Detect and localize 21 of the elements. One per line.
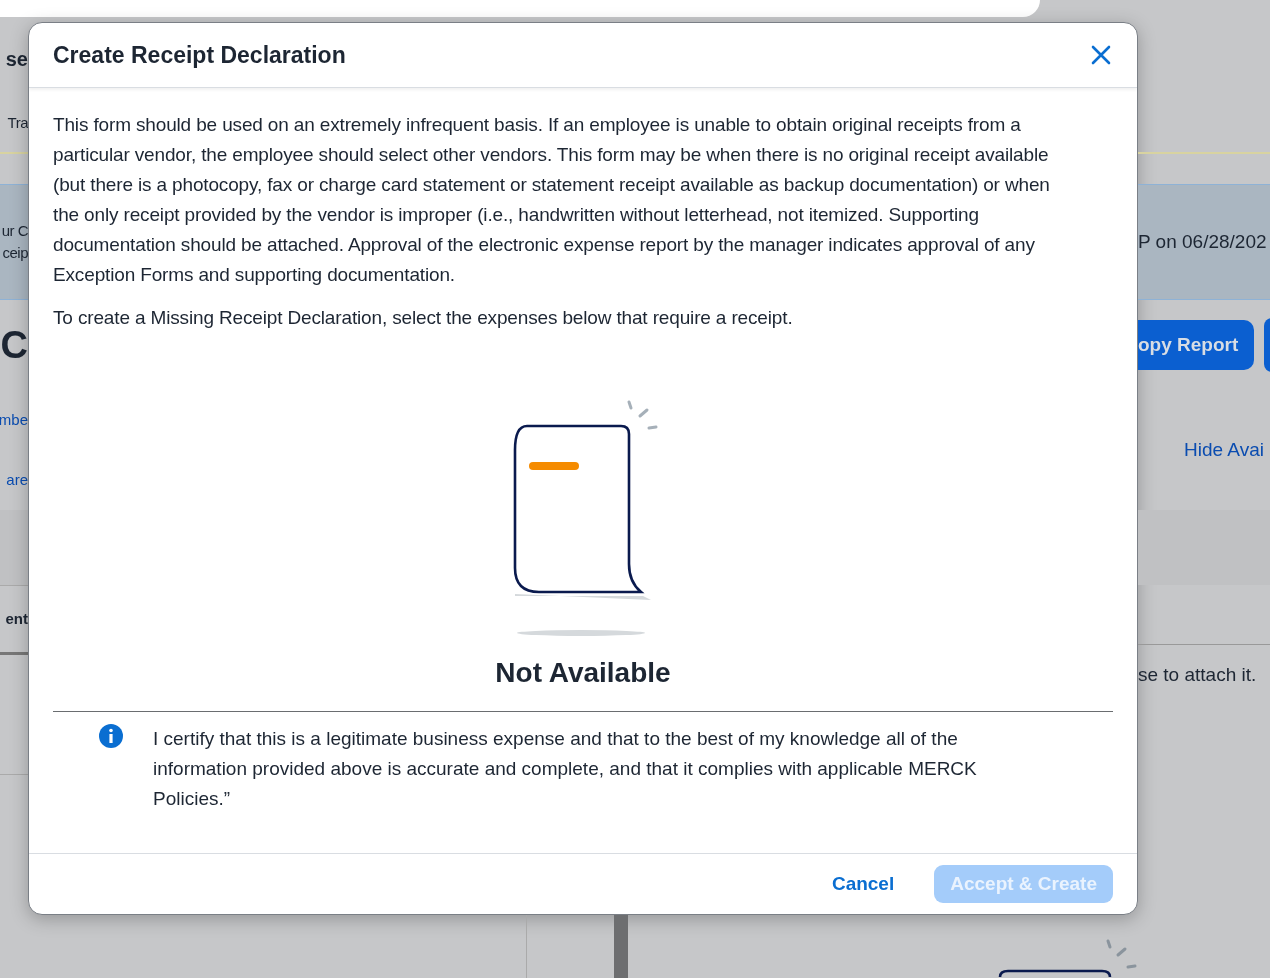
background-text: ceip (2, 243, 28, 263)
background-link[interactable]: Hide Avai (1184, 435, 1264, 465)
background-text: se (5, 47, 28, 72)
empty-state-title: Not Available (495, 657, 671, 689)
background-text[interactable]: mbe (0, 408, 28, 432)
certification-text: I certify that this is a legitimate business expense and that to the best of my knowledge all of the information provided above is accurate and complete, and that it complies with applicable MERCK Policies.” (153, 727, 978, 811)
dialog-text: To create a Missing Receipt Declaration, select the expenses below that require a receipt. (53, 306, 794, 330)
background-text: se to attach it. (1138, 662, 1257, 687)
background-text: P on 06/28/202 (1138, 229, 1267, 254)
background-text[interactable]: are (6, 468, 28, 492)
background-text: ur C (1, 220, 28, 241)
background-text: ent (5, 608, 28, 629)
dialog-text: This form should be used on an extremely infrequent basis. If an employee is unable to obtain original receipts from a particular vendor, the employee should select other vendors. This form may be when there is no original receipt available (but there is a photocopy, fax or charge card statement or statement receipt available as backup documentation) or when the only receipt provided by the vendor is improper (i.e., handwritten without letterhead, not itemized. Supporting documentation should be attached. Approval of the electronic expense report by the manager indicates approval of any Exception Forms and supporting documentation. (53, 113, 1051, 287)
background-text: C (0, 322, 28, 368)
dialog-title: Create Receipt Declaration (53, 41, 346, 69)
copy-report-button[interactable]: opy Report (1138, 320, 1255, 370)
background-text: Tra (7, 112, 28, 133)
close-icon[interactable] (1089, 43, 1113, 67)
info-icon (99, 724, 123, 748)
background-button[interactable] (1264, 318, 1270, 372)
cancel-button[interactable]: Cancel (815, 865, 911, 903)
